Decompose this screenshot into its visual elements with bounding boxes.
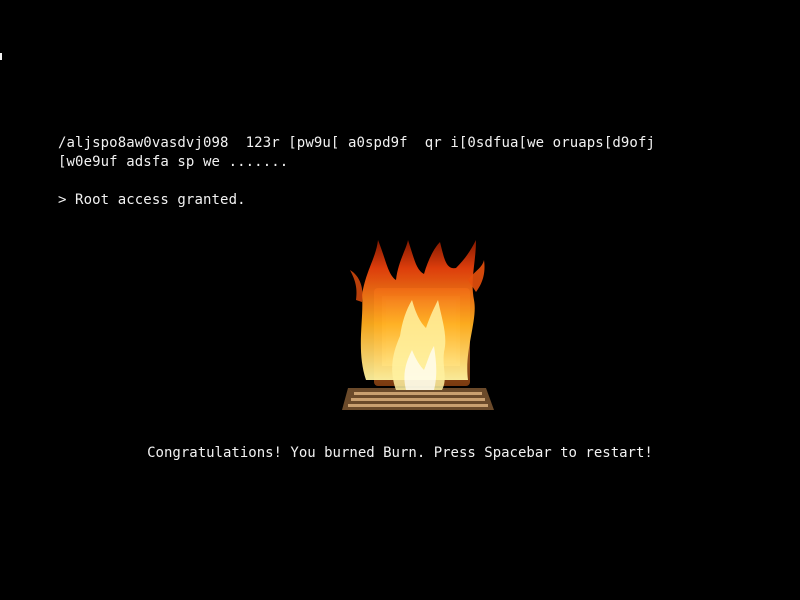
burning-computer-icon: [336, 240, 501, 423]
terminal-line-2: [w0e9uf adsfa sp we .......: [58, 154, 289, 170]
terminal-line-1: /aljspo8aw0vasdvj098 123r [pw9u[ a0spd9f…: [58, 135, 656, 151]
game-screen[interactable]: /aljspo8aw0vasdvj098 123r [pw9u[ a0spd9f…: [0, 0, 800, 600]
congratulations-message: Congratulations! You burned Burn. Press …: [147, 445, 653, 461]
burning-computer-image: [336, 240, 501, 423]
terminal-line-3: > Root access granted.: [58, 192, 246, 208]
text-cursor: [0, 53, 2, 60]
